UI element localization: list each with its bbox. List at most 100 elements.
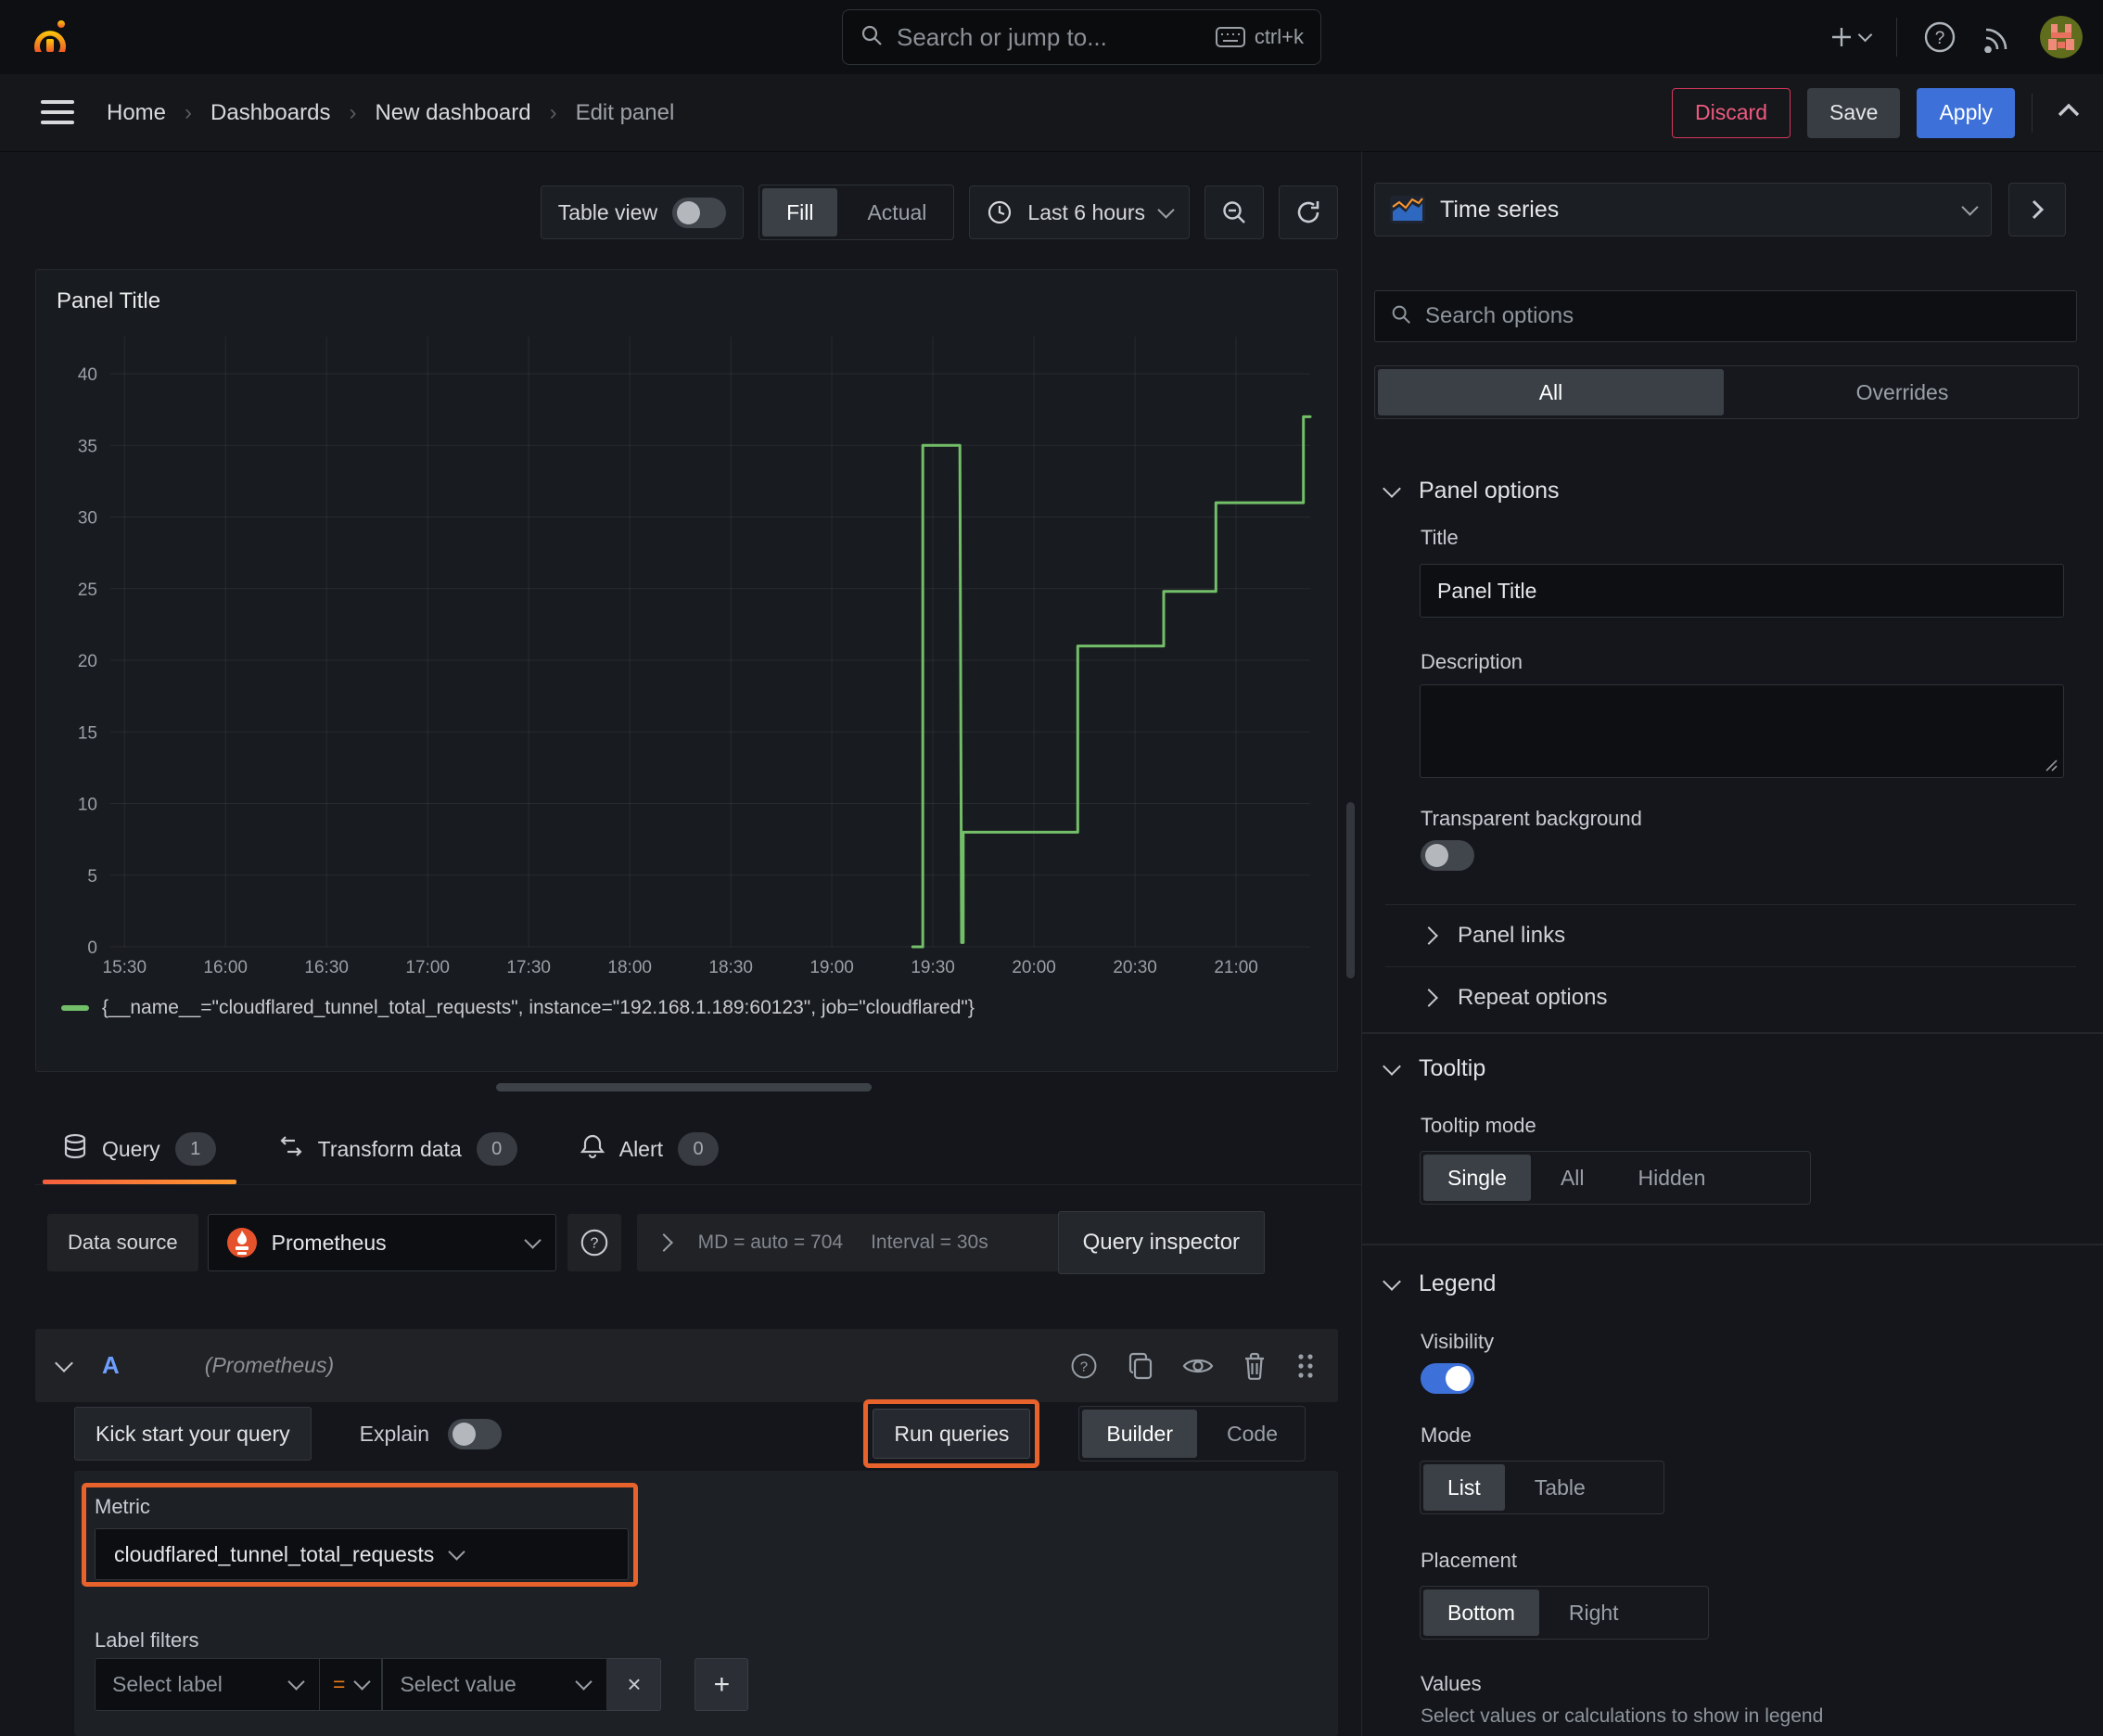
refresh-button[interactable] (1279, 185, 1338, 239)
legend-visibility-toggle[interactable] (1421, 1363, 1474, 1394)
panel-links-section[interactable]: Panel links (1385, 904, 2076, 967)
query-options-bar[interactable]: MD = auto = 704 Interval = 30s (636, 1214, 1080, 1271)
actual-option[interactable]: Actual (843, 188, 950, 236)
add-filter-button[interactable]: + (695, 1658, 749, 1711)
chevron-down-icon (1383, 1271, 1401, 1291)
code-option[interactable]: Code (1203, 1410, 1302, 1458)
datasource-picker[interactable]: Prometheus (207, 1214, 556, 1271)
select-value-dropdown[interactable]: Select value (382, 1658, 608, 1711)
chevron-up-icon (2058, 103, 2080, 117)
news-button[interactable] (1982, 21, 2014, 53)
placement-label: Placement (1421, 1549, 1517, 1572)
chevron-right-icon (1420, 989, 1438, 1007)
legend-mode-segment: List Table (1420, 1461, 1664, 1514)
datasource-help-button[interactable]: ? (567, 1214, 621, 1271)
tab-alert[interactable]: Alert 0 (560, 1114, 739, 1184)
help-icon: ? (1924, 21, 1956, 53)
panel-preview: Panel Title 15:30 16:00 16:30 17:00 17:30 18:… (35, 269, 1338, 1072)
nav-actions: Discard Save Apply (1672, 87, 2083, 138)
svg-text:15: 15 (78, 723, 97, 743)
legend-section-header[interactable]: Legend (1383, 1270, 1496, 1297)
explain-toggle[interactable] (448, 1418, 503, 1449)
tooltip-single-option[interactable]: Single (1423, 1155, 1531, 1201)
chevron-right-icon (654, 1233, 673, 1252)
apply-button[interactable]: Apply (1917, 87, 2015, 138)
select-value-placeholder: Select value (400, 1672, 516, 1696)
zoom-out-button[interactable] (1204, 185, 1264, 239)
panel-title-input[interactable] (1420, 564, 2064, 618)
transparent-background-label: Transparent background (1421, 807, 1642, 830)
metric-select[interactable]: cloudflared_tunnel_total_requests (95, 1528, 629, 1580)
tooltip-hidden-option[interactable]: Hidden (1614, 1155, 1730, 1201)
shortcut-hint: ctrl+k (1215, 25, 1304, 49)
section-divider (1362, 1032, 2103, 1034)
transparent-background-toggle[interactable] (1421, 840, 1474, 871)
global-search[interactable]: Search or jump to... ctrl+k (842, 9, 1321, 65)
query-editor-toolbar: Kick start your query Explain Run querie… (74, 1399, 1338, 1468)
toggle-viz-picker-button[interactable] (2008, 183, 2066, 236)
operator-dropdown[interactable]: = (320, 1658, 383, 1711)
placement-right-option[interactable]: Right (1545, 1589, 1643, 1636)
user-avatar[interactable] (2040, 16, 2083, 58)
tooltip-section-header[interactable]: Tooltip (1383, 1055, 1485, 1082)
kick-start-button[interactable]: Kick start your query (74, 1407, 312, 1461)
eye-icon[interactable] (1182, 1351, 1214, 1381)
discard-button[interactable]: Discard (1672, 87, 1791, 138)
tab-transform-data[interactable]: Transform data 0 (259, 1114, 538, 1184)
visualization-picker[interactable]: Time series (1374, 183, 1992, 236)
options-search[interactable]: Search options (1374, 290, 2077, 342)
time-range-picker[interactable]: Last 6 hours (969, 185, 1190, 239)
breadcrumb-home[interactable]: Home (107, 100, 166, 126)
plus-icon (1832, 28, 1851, 46)
help-icon[interactable]: ? (1069, 1351, 1099, 1381)
breadcrumb-dashboards[interactable]: Dashboards (210, 100, 330, 126)
save-button[interactable]: Save (1807, 87, 1901, 138)
trash-icon[interactable] (1242, 1351, 1268, 1381)
table-view-toggle[interactable] (672, 197, 727, 228)
all-option[interactable]: All (1378, 369, 1724, 415)
scrollbar-thumb[interactable] (1346, 802, 1355, 978)
tab-query[interactable]: Query 1 (43, 1114, 236, 1184)
chart-legend[interactable]: {__name__="cloudflared_tunnel_total_requ… (61, 997, 975, 1019)
placement-bottom-option[interactable]: Bottom (1423, 1589, 1539, 1636)
svg-text:15:30: 15:30 (103, 958, 147, 977)
query-options-interval: Interval = 30s (871, 1232, 988, 1253)
grafana-logo-icon[interactable] (28, 15, 72, 59)
panel-options-header[interactable]: Panel options (1383, 478, 2076, 504)
select-label-dropdown[interactable]: Select label (95, 1658, 320, 1711)
resize-handle[interactable] (496, 1083, 872, 1091)
breadcrumb-new-dashboard[interactable]: New dashboard (375, 100, 530, 126)
chevron-down-icon (523, 1231, 542, 1249)
legend-list-option[interactable]: List (1423, 1464, 1505, 1511)
remove-filter-button[interactable]: × (607, 1658, 662, 1711)
chevron-right-icon (2032, 199, 2045, 220)
resize-grip-icon[interactable] (2043, 757, 2058, 772)
time-series-chart[interactable]: 15:30 16:00 16:30 17:00 17:30 18:00 18:30 19:00… (47, 327, 1327, 986)
new-button[interactable] (1829, 24, 1873, 50)
repeat-options-section[interactable]: Repeat options (1385, 965, 2076, 1030)
top-bar: Search or jump to... ctrl+k ? (0, 0, 2103, 74)
chevron-down-icon (1157, 200, 1175, 219)
query-count-badge: 1 (174, 1132, 216, 1166)
run-queries-button[interactable]: Run queries (873, 1409, 1031, 1459)
svg-text:17:30: 17:30 (506, 958, 551, 977)
duplicate-icon[interactable] (1127, 1351, 1154, 1381)
drag-handle-icon[interactable] (1295, 1351, 1316, 1381)
help-button[interactable]: ? (1923, 20, 1956, 54)
overrides-option[interactable]: Overrides (1729, 369, 2075, 415)
label-filters-label: Label filters (95, 1628, 199, 1652)
svg-text:25: 25 (78, 581, 97, 600)
svg-text:?: ? (1080, 1359, 1088, 1374)
query-inspector-button[interactable]: Query inspector (1057, 1211, 1266, 1274)
svg-text:5: 5 (87, 867, 97, 887)
menu-toggle-icon[interactable] (41, 100, 74, 124)
fill-option[interactable]: Fill (762, 188, 838, 236)
query-row-header[interactable]: A (Prometheus) ? (35, 1329, 1338, 1402)
description-textarea[interactable] (1420, 684, 2064, 778)
builder-option[interactable]: Builder (1082, 1410, 1198, 1458)
chevron-down-icon[interactable] (55, 1353, 73, 1372)
collapse-header-button[interactable] (2055, 101, 2083, 124)
panel-options-title: Panel options (1419, 478, 1560, 504)
tooltip-all-option[interactable]: All (1536, 1155, 1609, 1201)
legend-table-option[interactable]: Table (1510, 1464, 1610, 1511)
